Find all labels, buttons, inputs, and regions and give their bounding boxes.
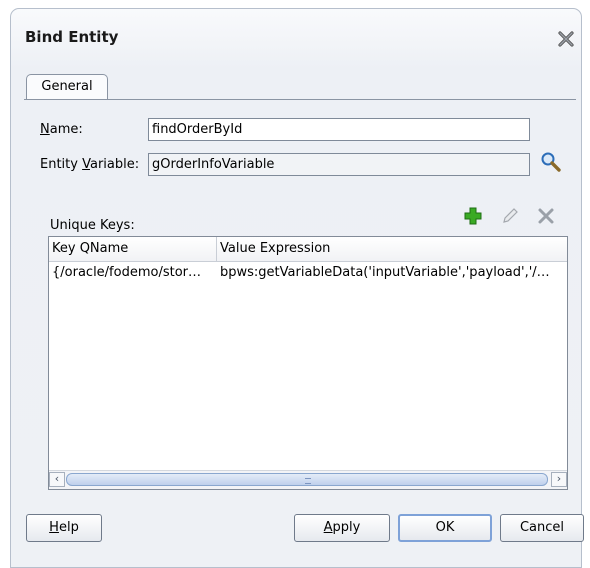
dialog-title: Bind Entity bbox=[25, 28, 119, 46]
search-icon[interactable] bbox=[540, 151, 562, 173]
scroll-left-icon[interactable]: ‹ bbox=[49, 472, 65, 487]
unique-keys-label: Unique Keys: bbox=[50, 218, 135, 233]
grip-icon bbox=[305, 478, 311, 484]
ok-button[interactable]: OK bbox=[398, 514, 492, 542]
column-header-key-qname[interactable]: Key QName bbox=[49, 237, 217, 261]
scrollbar-thumb[interactable] bbox=[66, 473, 548, 486]
apply-button[interactable]: Apply bbox=[294, 514, 390, 542]
table-row[interactable]: {/oracle/fodemo/stor… bpws:getVariableDa… bbox=[49, 262, 567, 284]
value-expression-cell: bpws:getVariableData('inputVariable','pa… bbox=[220, 265, 550, 280]
scroll-right-icon[interactable]: › bbox=[551, 472, 567, 487]
table-header: Key QName Value Expression bbox=[49, 237, 567, 262]
cancel-button[interactable]: Cancel bbox=[500, 514, 584, 542]
entity-variable-field[interactable] bbox=[148, 153, 530, 176]
name-label: Name: bbox=[40, 122, 83, 137]
add-icon[interactable] bbox=[463, 206, 483, 226]
horizontal-scrollbar[interactable]: ‹ › bbox=[49, 470, 567, 489]
help-button[interactable]: Help bbox=[26, 514, 102, 542]
name-field[interactable] bbox=[148, 118, 530, 141]
edit-icon[interactable] bbox=[500, 206, 520, 226]
delete-icon[interactable] bbox=[536, 206, 556, 226]
tab-general-label: General bbox=[41, 79, 93, 94]
tab-general[interactable]: General bbox=[26, 74, 108, 100]
key-qname-cell: {/oracle/fodemo/stor… bbox=[52, 265, 201, 280]
entity-variable-label: Entity Variable: bbox=[40, 157, 140, 172]
close-icon[interactable] bbox=[556, 29, 576, 49]
column-header-value-expression[interactable]: Value Expression bbox=[217, 237, 567, 261]
unique-keys-table: Key QName Value Expression {/oracle/fode… bbox=[48, 236, 568, 490]
